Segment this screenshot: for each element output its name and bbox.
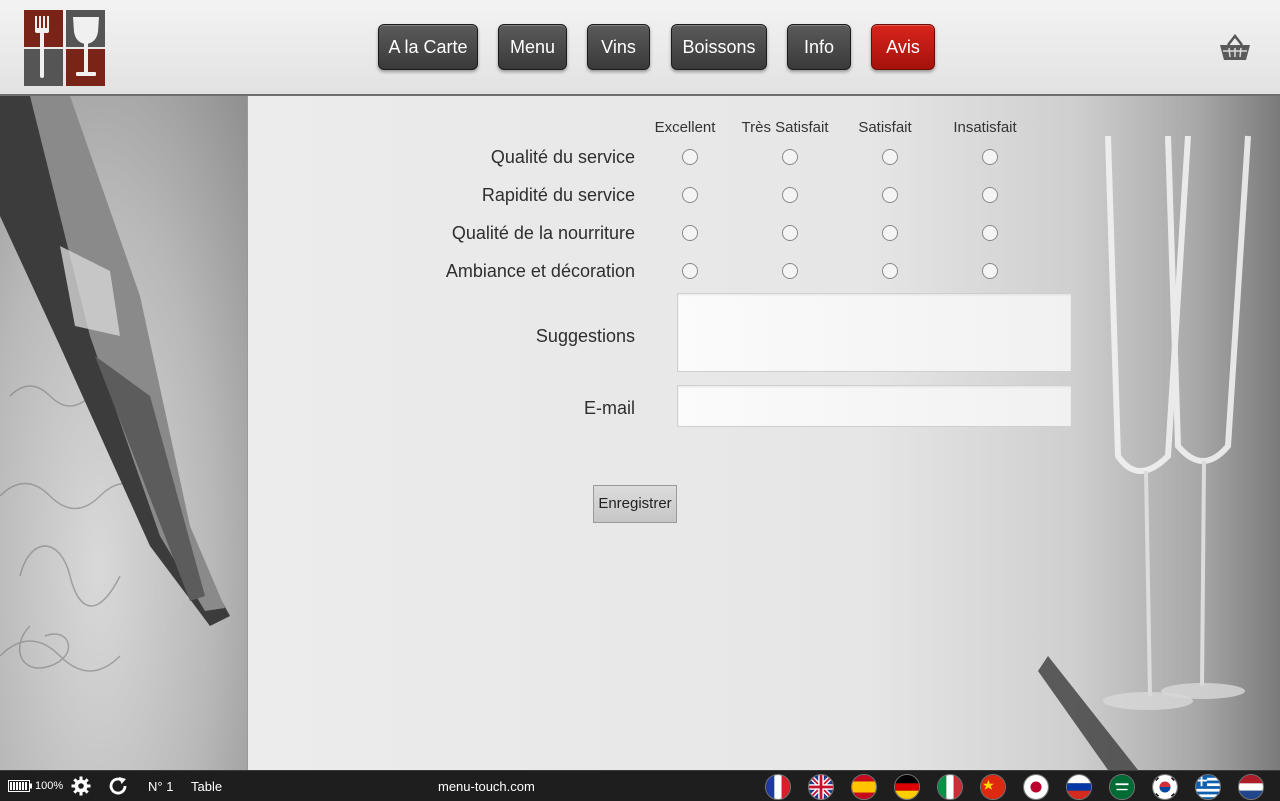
flag-france-icon[interactable] (765, 774, 791, 800)
nav-menu[interactable]: Menu (498, 24, 567, 70)
radio-rapidite-satisfait[interactable] (882, 187, 898, 203)
nav-vins[interactable]: Vins (587, 24, 650, 70)
status-bar: 100% N° 1 Table menu-touch.com (0, 770, 1280, 801)
radio-ambiance-excellent[interactable] (682, 263, 698, 279)
radio-rapidite-insatisfait[interactable] (982, 187, 998, 203)
battery-level: 100% (35, 780, 64, 792)
refresh-icon[interactable] (108, 776, 129, 796)
radio-nourriture-insatisfait[interactable] (982, 225, 998, 241)
radio-nourriture-satisfait[interactable] (882, 225, 898, 241)
radio-service-insatisfait[interactable] (982, 149, 998, 165)
basket-icon[interactable] (1218, 34, 1252, 62)
row-label-qualite-service: Qualité du service (490, 147, 635, 167)
nav-avis[interactable]: Avis (871, 24, 935, 70)
radio-service-satisfait[interactable] (882, 149, 898, 165)
table-number: N° 1 (148, 779, 174, 794)
row-label-rapidite-service: Rapidité du service (481, 185, 635, 205)
nav-a-la-carte[interactable]: A la Carte (378, 24, 478, 70)
flag-japan-icon[interactable] (1023, 774, 1049, 800)
col-insatisfait: Insatisfait (953, 119, 1017, 136)
radio-rapidite-tres-satisfait[interactable] (782, 187, 798, 203)
nav-boissons[interactable]: Boissons (671, 24, 767, 70)
header: A la Carte Menu Vins Boissons Info Avis (0, 0, 1280, 96)
flag-uk-icon[interactable] (808, 774, 834, 800)
gear-icon[interactable] (71, 776, 91, 796)
radio-nourriture-tres-satisfait[interactable] (782, 225, 798, 241)
flag-china-icon[interactable] (980, 774, 1006, 800)
champagne-glasses-image (1038, 135, 1251, 770)
flag-saudi-arabia-icon[interactable] (1109, 774, 1135, 800)
email-label: E-mail (583, 398, 635, 418)
suggestions-label: Suggestions (535, 326, 635, 346)
radio-service-tres-satisfait[interactable] (782, 149, 798, 165)
radio-ambiance-satisfait[interactable] (882, 263, 898, 279)
site-link[interactable]: menu-touch.com (438, 779, 535, 794)
flag-germany-icon[interactable] (894, 774, 920, 800)
email-input[interactable] (677, 385, 1072, 427)
flag-greece-icon[interactable] (1195, 774, 1221, 800)
fountain-pen-image (0, 96, 248, 770)
radio-nourriture-excellent[interactable] (682, 225, 698, 241)
row-label-ambiance: Ambiance et décoration (445, 261, 635, 281)
flag-netherlands-icon[interactable] (1238, 774, 1264, 800)
radio-service-excellent[interactable] (682, 149, 698, 165)
main-nav: A la Carte Menu Vins Boissons Info Avis (0, 24, 1280, 72)
table-label[interactable]: Table (191, 779, 222, 794)
radio-ambiance-tres-satisfait[interactable] (782, 263, 798, 279)
radio-ambiance-insatisfait[interactable] (982, 263, 998, 279)
row-label-qualite-nourriture: Qualité de la nourriture (451, 223, 635, 243)
flag-south-korea-icon[interactable] (1152, 774, 1178, 800)
battery-icon (8, 780, 32, 792)
flag-russia-icon[interactable] (1066, 774, 1092, 800)
radio-rapidite-excellent[interactable] (682, 187, 698, 203)
feedback-panel: Excellent Très Satisfait Satisfait Insat… (248, 96, 1280, 770)
save-button[interactable]: Enregistrer (593, 485, 677, 523)
nav-info[interactable]: Info (787, 24, 851, 70)
suggestions-textarea[interactable] (677, 293, 1072, 372)
flag-spain-icon[interactable] (851, 774, 877, 800)
flag-italy-icon[interactable] (937, 774, 963, 800)
